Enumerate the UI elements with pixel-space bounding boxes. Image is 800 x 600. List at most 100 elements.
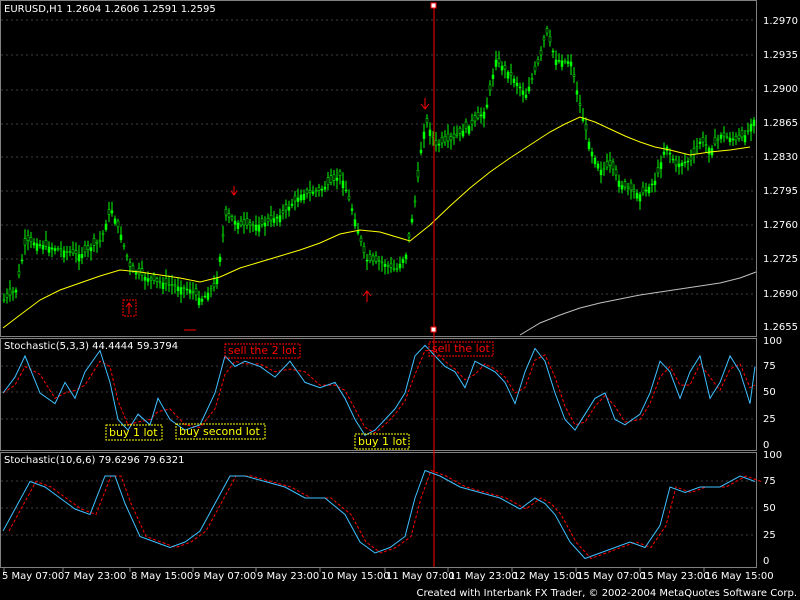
- time-tick: 9 May 07:00: [194, 571, 257, 582]
- stochastic-slow-tick: 75: [763, 476, 776, 487]
- candle-body: [332, 174, 336, 181]
- candle-body: [533, 65, 537, 72]
- time-tick: 5 May 07:00: [2, 571, 65, 582]
- price-tick: 1.2690: [763, 289, 798, 300]
- price-tick: 1.2655: [763, 322, 798, 333]
- candle-body: [104, 223, 108, 230]
- candle-body: [206, 292, 210, 300]
- candle-body: [647, 186, 651, 194]
- candle-body: [95, 241, 99, 244]
- candle-body: [560, 60, 564, 67]
- candle-body: [239, 220, 243, 226]
- stochastic-fast-tick: 100: [763, 336, 783, 347]
- candle-body: [599, 169, 603, 176]
- candle-body: [452, 133, 456, 139]
- stochastic-slow-tick: 100: [763, 450, 783, 461]
- candle-body: [674, 159, 678, 166]
- candle-body: [593, 157, 597, 165]
- candle-body: [461, 130, 465, 137]
- candle-body: [344, 189, 348, 192]
- candle-body: [467, 126, 471, 134]
- candle-body: [278, 215, 282, 223]
- candle-body: [170, 284, 174, 286]
- chart-canvas: [1, 2, 762, 572]
- candle-body: [464, 121, 468, 130]
- candle-body: [689, 156, 693, 161]
- time-tick: 9 May 23:00: [257, 571, 320, 582]
- candle-body: [242, 219, 246, 226]
- footer-credit: Created with Interbank FX Trader, © 2002…: [416, 588, 797, 599]
- candle-body: [5, 293, 9, 298]
- candle-body: [440, 137, 444, 144]
- candle-body: [611, 161, 615, 170]
- candle-body: [473, 115, 477, 122]
- candle-body: [224, 208, 228, 216]
- candle-body: [419, 149, 423, 154]
- candle-body: [80, 254, 84, 258]
- candle-body: [359, 237, 363, 242]
- candle-body: [38, 244, 42, 246]
- candle-body: [671, 158, 675, 161]
- candle-body: [119, 234, 123, 240]
- candle-body: [176, 286, 180, 292]
- buy-second-lot-label: buy second lot: [179, 425, 260, 438]
- candle-body: [470, 119, 474, 125]
- candle-body: [722, 132, 726, 137]
- candle-body: [596, 163, 600, 169]
- candle-body: [50, 247, 54, 250]
- candle-body: [503, 65, 507, 70]
- candle-body: [185, 288, 189, 291]
- candle-body: [155, 278, 159, 282]
- candle-body: [644, 189, 648, 192]
- candle-body: [233, 220, 237, 225]
- candle-body: [23, 238, 27, 246]
- candle-body: [545, 28, 549, 34]
- candle-body: [614, 169, 618, 176]
- candle-body: [542, 37, 546, 41]
- candle-body: [350, 208, 354, 211]
- stochastic-fast-tick: 25: [763, 414, 776, 425]
- stochastic-slow-tick: 0: [763, 556, 770, 567]
- candle-body: [128, 262, 132, 267]
- stochastic-slow-tick: 25: [763, 530, 776, 541]
- candle-body: [641, 186, 645, 194]
- time-tick: 16 May 15:00: [705, 571, 774, 582]
- candle-body: [587, 141, 591, 150]
- candle-body: [701, 137, 705, 143]
- time-tick: 11 May 07:00: [386, 571, 455, 582]
- candle-body: [89, 247, 93, 252]
- candle-body: [575, 90, 579, 95]
- candle-body: [479, 114, 483, 117]
- vertical-marker-handle-top[interactable]: [430, 2, 437, 9]
- time-tick: 12 May 15:00: [513, 571, 582, 582]
- candle-body: [272, 218, 276, 223]
- candle-body: [182, 287, 186, 289]
- stochastic-slow-signal-line: [8, 469, 762, 560]
- candle-body: [218, 256, 222, 262]
- candle-body: [20, 259, 24, 262]
- candle-body: [149, 277, 153, 281]
- sell-2-lot-label: sell the 2 lot: [228, 344, 297, 357]
- candle-body: [566, 61, 570, 64]
- candle-body: [299, 194, 303, 201]
- candle-body: [74, 250, 78, 254]
- candle-body: [746, 130, 750, 132]
- candle-body: [236, 222, 240, 229]
- candle-body: [506, 71, 510, 79]
- candle-body: [680, 162, 684, 166]
- candle-body: [530, 78, 534, 80]
- sell-lot-label: sell the lot: [432, 342, 490, 355]
- vertical-marker-handle-bottom[interactable]: [430, 326, 437, 333]
- candle-body: [323, 186, 327, 190]
- candle-body: [500, 65, 504, 71]
- candle-body: [329, 175, 333, 183]
- candle-body: [518, 86, 522, 89]
- candle-body: [485, 104, 489, 108]
- candle-body: [53, 248, 57, 251]
- candle-body: [455, 133, 459, 136]
- candle-body: [98, 239, 102, 242]
- candle-body: [83, 245, 87, 253]
- candle-body: [167, 284, 171, 286]
- price-tick: 1.2900: [763, 84, 798, 95]
- candle-body: [41, 245, 45, 250]
